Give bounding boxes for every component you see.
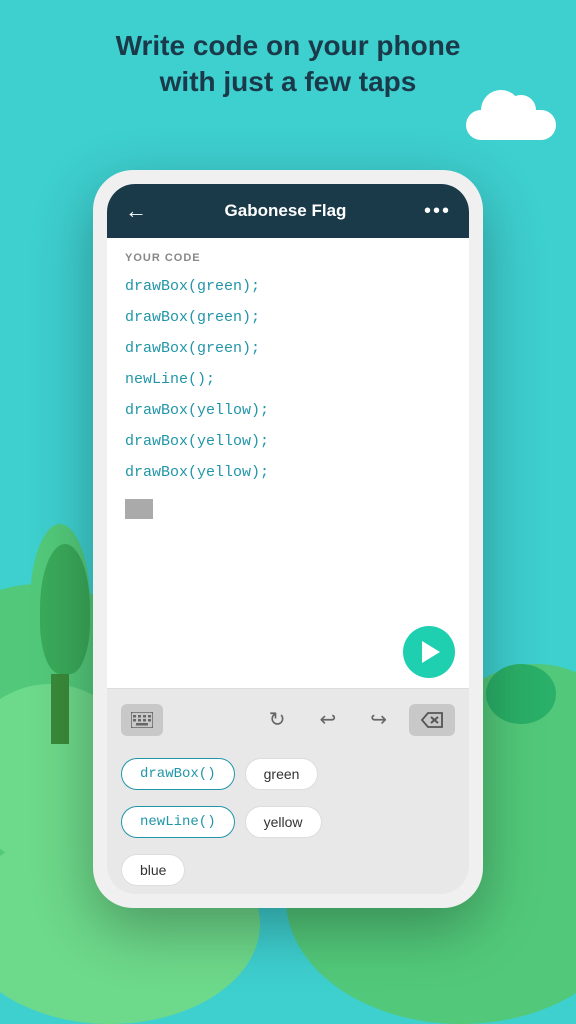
phone-frame: ← Gabonese Flag ••• YOUR CODE drawBox(gr… bbox=[93, 170, 483, 908]
code-editor[interactable]: YOUR CODE drawBox(green); drawBox(green)… bbox=[107, 238, 469, 618]
app-header: ← Gabonese Flag ••• bbox=[107, 184, 469, 238]
chip-green[interactable]: green bbox=[245, 758, 319, 790]
chip-blue[interactable]: blue bbox=[121, 854, 185, 886]
code-line-2: drawBox(green); bbox=[125, 307, 451, 328]
delete-icon bbox=[421, 712, 443, 728]
phone-screen: ← Gabonese Flag ••• YOUR CODE drawBox(gr… bbox=[107, 184, 469, 894]
keyboard-toggle-button[interactable] bbox=[121, 704, 163, 736]
keyboard-icon bbox=[131, 712, 153, 728]
chips-row-2: newLine() yellow bbox=[107, 798, 469, 846]
editor-toolbar: ↻ ↩ ↪ bbox=[107, 688, 469, 750]
code-line-4: newLine(); bbox=[125, 369, 451, 390]
chip-drawbox[interactable]: drawBox() bbox=[121, 758, 235, 790]
chips-row-1: drawBox() green bbox=[107, 750, 469, 798]
phone-body: ← Gabonese Flag ••• YOUR CODE drawBox(gr… bbox=[93, 170, 483, 908]
code-label: YOUR CODE bbox=[125, 252, 451, 264]
code-line-7: drawBox(yellow); bbox=[125, 462, 451, 483]
text-cursor bbox=[125, 499, 153, 519]
more-button[interactable]: ••• bbox=[424, 200, 451, 223]
code-line-1: drawBox(green); bbox=[125, 276, 451, 297]
undo-button[interactable]: ↩ bbox=[307, 699, 348, 740]
run-button[interactable] bbox=[403, 626, 455, 678]
tree-decoration bbox=[30, 524, 90, 744]
chip-yellow[interactable]: yellow bbox=[245, 806, 322, 838]
cloud-decoration bbox=[466, 110, 556, 140]
screen-title: Gabonese Flag bbox=[225, 201, 347, 221]
code-line-6: drawBox(yellow); bbox=[125, 431, 451, 452]
bush-decoration bbox=[486, 664, 556, 724]
tree-top-dark bbox=[40, 544, 90, 674]
code-line-3: drawBox(green); bbox=[125, 338, 451, 359]
tree-trunk bbox=[51, 674, 69, 744]
play-wrap bbox=[107, 618, 469, 688]
back-button[interactable]: ← bbox=[125, 198, 147, 224]
code-line-5: drawBox(yellow); bbox=[125, 400, 451, 421]
chip-newline[interactable]: newLine() bbox=[121, 806, 235, 838]
chips-row-3: blue bbox=[107, 846, 469, 894]
headline-text: Write code on your phone with just a few… bbox=[40, 28, 536, 101]
delete-button[interactable] bbox=[409, 704, 455, 736]
refresh-button[interactable]: ↻ bbox=[257, 699, 298, 740]
headline: Write code on your phone with just a few… bbox=[0, 28, 576, 101]
redo-button[interactable]: ↪ bbox=[358, 699, 399, 740]
